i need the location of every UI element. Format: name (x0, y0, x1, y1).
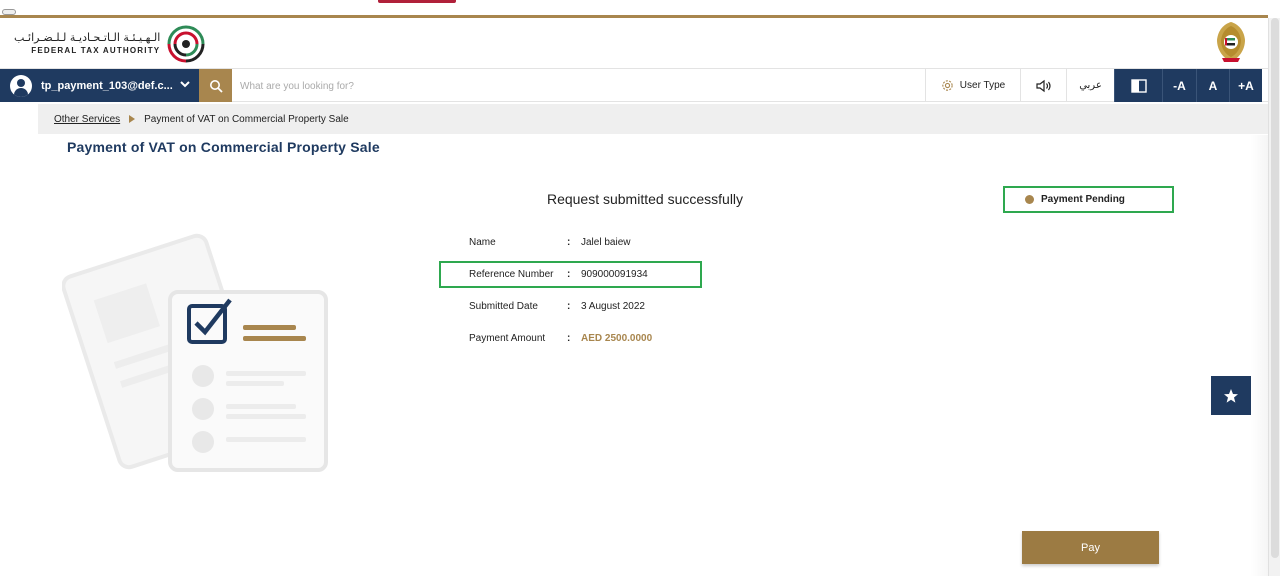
font-normal-button[interactable]: A (1196, 69, 1229, 102)
font-increase-button[interactable]: +A (1229, 69, 1262, 102)
browser-top-strip (0, 0, 1280, 16)
document-checklist-illustration (62, 233, 328, 472)
detail-label: Submitted Date (469, 300, 538, 312)
detail-row-name: Name : Jalel baiew (469, 234, 630, 250)
top-navbar: tp_payment_103@def.c... User Type (0, 68, 1268, 102)
breadcrumb-current: Payment of VAT on Commercial Property Sa… (144, 113, 349, 125)
status-badge: Payment Pending (1003, 186, 1174, 213)
scrollbar-thumb[interactable] (1271, 18, 1279, 558)
page-title: Payment of VAT on Commercial Property Sa… (67, 139, 380, 155)
chevron-down-icon (180, 81, 190, 88)
status-dot-icon (1025, 195, 1034, 204)
contrast-toggle-button[interactable] (1114, 69, 1162, 102)
detail-row-reference: Reference Number : 909000091934 (469, 266, 648, 282)
language-toggle[interactable]: عربي (1066, 69, 1114, 102)
fta-logo-icon (167, 25, 205, 63)
breadcrumb-arrow-icon (129, 115, 136, 123)
breadcrumb-other-services[interactable]: Other Services (54, 114, 120, 125)
page-scrollbar[interactable] (1268, 18, 1280, 576)
detail-separator: : (567, 300, 571, 312)
detail-separator: : (567, 332, 571, 344)
user-icon (10, 74, 32, 97)
detail-separator: : (567, 236, 571, 248)
pay-button[interactable]: Pay (1022, 531, 1159, 564)
search-button[interactable] (199, 69, 232, 102)
user-account-dropdown[interactable]: tp_payment_103@def.c... (0, 69, 199, 102)
detail-value: 3 August 2022 (581, 300, 645, 312)
text-to-speech-button[interactable] (1020, 69, 1066, 102)
detail-value: AED 2500.0000 (581, 332, 653, 344)
status-text: Payment Pending (1041, 194, 1125, 205)
search-icon (209, 79, 223, 93)
detail-row-submitted-date: Submitted Date : 3 August 2022 (469, 298, 645, 314)
speaker-icon (1035, 79, 1051, 92)
site-header: الـهـيـئـة الـاتـحـاديـة لـلـضـرائـب FED… (0, 18, 1268, 68)
contrast-icon (1130, 78, 1147, 93)
favorite-button[interactable] (1211, 376, 1251, 415)
detail-separator: : (567, 268, 571, 280)
search-input[interactable] (240, 75, 900, 97)
fta-logo[interactable]: الـهـيـئـة الـاتـحـاديـة لـلـضـرائـب FED… (14, 24, 206, 64)
breadcrumb: Other Services Payment of VAT on Commerc… (38, 104, 1268, 134)
logo-english-text: FEDERAL TAX AUTHORITY (31, 46, 161, 55)
user-type-button[interactable]: User Type (925, 69, 1020, 102)
gear-icon (942, 80, 953, 91)
page: الـهـيـئـة الـاتـحـاديـة لـلـضـرائـب FED… (0, 0, 1280, 576)
detail-label: Payment Amount (469, 332, 546, 344)
detail-label: Reference Number (469, 268, 554, 280)
detail-row-payment-amount: Payment Amount : AED 2500.0000 (469, 330, 652, 346)
uae-emblem-icon (1217, 22, 1245, 62)
detail-value: 909000091934 (581, 268, 648, 280)
detail-label: Name (469, 236, 496, 248)
user-type-label: User Type (959, 80, 1006, 91)
detail-value: Jalel baiew (581, 236, 631, 248)
logo-arabic-text: الـهـيـئـة الـاتـحـاديـة لـلـضـرائـب (14, 31, 161, 44)
user-email: tp_payment_103@def.c... (41, 79, 173, 92)
success-message: Request submitted successfully (546, 191, 744, 207)
font-decrease-button[interactable]: -A (1162, 69, 1196, 102)
content-edge-shadow (1250, 135, 1268, 576)
logo-text: الـهـيـئـة الـاتـحـاديـة لـلـضـرائـب FED… (14, 31, 160, 57)
star-icon (1224, 388, 1238, 403)
decorative-red-bar (378, 0, 456, 3)
